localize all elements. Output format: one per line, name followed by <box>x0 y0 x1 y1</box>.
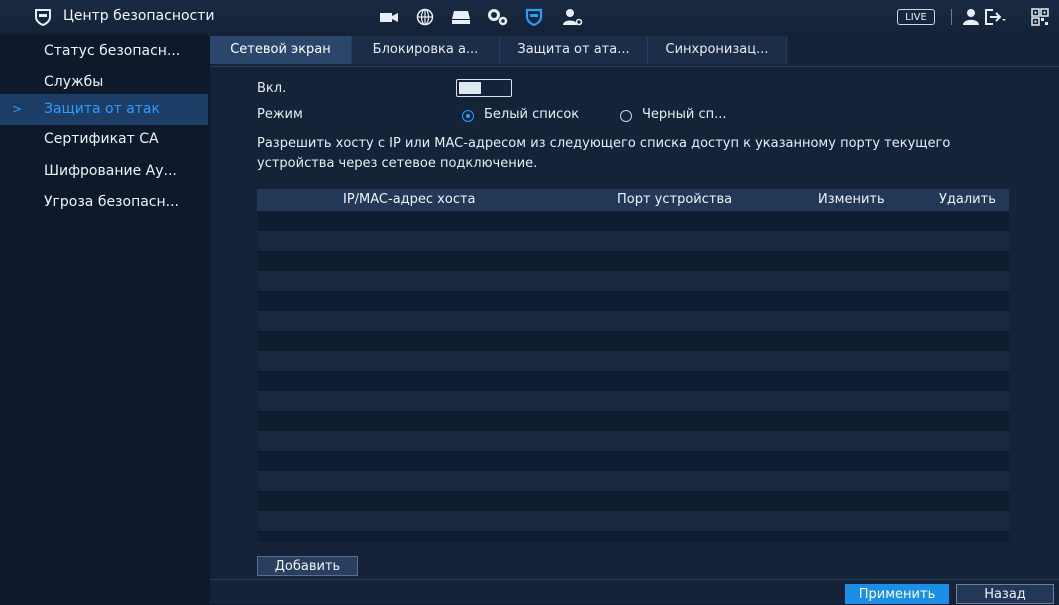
sidebar-item-ca-certificate[interactable]: Сертификат CA <box>0 124 208 155</box>
enable-toggle[interactable] <box>456 79 512 97</box>
host-list-table: IP/MAC-адрес хоста Порт устройства Измен… <box>257 189 1009 542</box>
sidebar-item-label: Угроза безопасн... <box>44 194 180 210</box>
apply-button[interactable]: Применить <box>845 584 949 604</box>
logout-icon[interactable] <box>984 7 1006 27</box>
camera-icon[interactable] <box>378 7 400 27</box>
table-row <box>257 251 1009 271</box>
shield-icon <box>34 8 52 27</box>
app-title: Центр безопасности <box>63 8 215 24</box>
user-icon[interactable] <box>960 7 982 27</box>
tab-time-sync[interactable]: Синхронизац... <box>648 36 787 64</box>
column-header-edit: Изменить <box>818 192 885 207</box>
column-header-delete: Удалить <box>939 192 996 207</box>
chevron-right-icon: > <box>12 102 23 116</box>
mode-whitelist-radio[interactable] <box>462 110 474 122</box>
tab-account-lockout[interactable]: Блокировка а... <box>352 36 500 64</box>
table-row <box>257 451 1009 471</box>
sidebar-item-label: Службы <box>44 74 104 90</box>
main-content: Сетевой экран Блокировка а... Защита от … <box>210 34 1059 604</box>
column-header-port: Порт устройства <box>617 192 733 207</box>
table-row <box>257 431 1009 451</box>
table-row <box>257 211 1009 231</box>
firewall-description: Разрешить хосту с IP или MAC-адресом из … <box>257 136 951 171</box>
tab-firewall[interactable]: Сетевой экран <box>210 36 352 64</box>
toggle-knob <box>459 82 481 94</box>
sidebar-item-audio-encryption[interactable]: Шифрование Ау... <box>0 156 208 187</box>
top-bar: Центр безопасности LIVE <box>0 0 1059 35</box>
tab-attack-protection[interactable]: Защита от ата... <box>500 36 648 64</box>
mode-blacklist-radio[interactable] <box>620 110 632 122</box>
footer-divider <box>210 579 1059 580</box>
table-row <box>257 371 1009 391</box>
table-row <box>257 331 1009 351</box>
qr-code-icon[interactable] <box>1029 7 1051 27</box>
sidebar-item-label: Защита от атак <box>44 101 160 117</box>
table-row <box>257 351 1009 371</box>
enable-label: Вкл. <box>257 81 287 96</box>
sidebar: Статус безопасн... Службы > Защита от ат… <box>0 34 208 604</box>
mode-whitelist-label[interactable]: Белый список <box>484 107 579 122</box>
table-row <box>257 471 1009 491</box>
sidebar-item-security-threat[interactable]: Угроза безопасн... <box>0 187 208 218</box>
column-header-host: IP/MAC-адрес хоста <box>343 192 476 207</box>
sidebar-item-label: Шифрование Ау... <box>44 163 177 179</box>
security-shield-icon[interactable] <box>523 7 545 27</box>
sidebar-item-security-status[interactable]: Статус безопасн... <box>0 36 208 67</box>
sidebar-item-label: Сертификат CA <box>44 131 159 147</box>
settings-gears-icon[interactable] <box>487 7 509 27</box>
table-row <box>257 231 1009 251</box>
storage-icon[interactable] <box>450 7 472 27</box>
table-row <box>257 491 1009 511</box>
mode-label: Режим <box>257 107 303 122</box>
sidebar-item-attack-protection[interactable]: > Защита от атак <box>0 94 208 125</box>
table-row <box>257 391 1009 411</box>
table-row <box>257 311 1009 331</box>
back-button[interactable]: Назад <box>956 584 1054 604</box>
add-button[interactable]: Добавить <box>257 556 358 576</box>
table-header: IP/MAC-адрес хоста Порт устройства Измен… <box>257 189 1009 211</box>
table-row <box>257 291 1009 311</box>
table-row <box>257 511 1009 531</box>
security-center-window: Центр безопасности LIVE Статус безопасн.… <box>0 0 1059 604</box>
account-settings-icon[interactable] <box>562 7 584 27</box>
table-row <box>257 411 1009 431</box>
tab-bar: Сетевой экран Блокировка а... Защита от … <box>210 34 1059 67</box>
topbar-divider <box>951 9 952 25</box>
sidebar-item-label: Статус безопасн... <box>44 43 181 59</box>
live-button[interactable]: LIVE <box>897 9 935 25</box>
network-globe-icon[interactable] <box>414 7 436 27</box>
table-row <box>257 271 1009 291</box>
mode-blacklist-label[interactable]: Черный сп... <box>642 107 727 122</box>
